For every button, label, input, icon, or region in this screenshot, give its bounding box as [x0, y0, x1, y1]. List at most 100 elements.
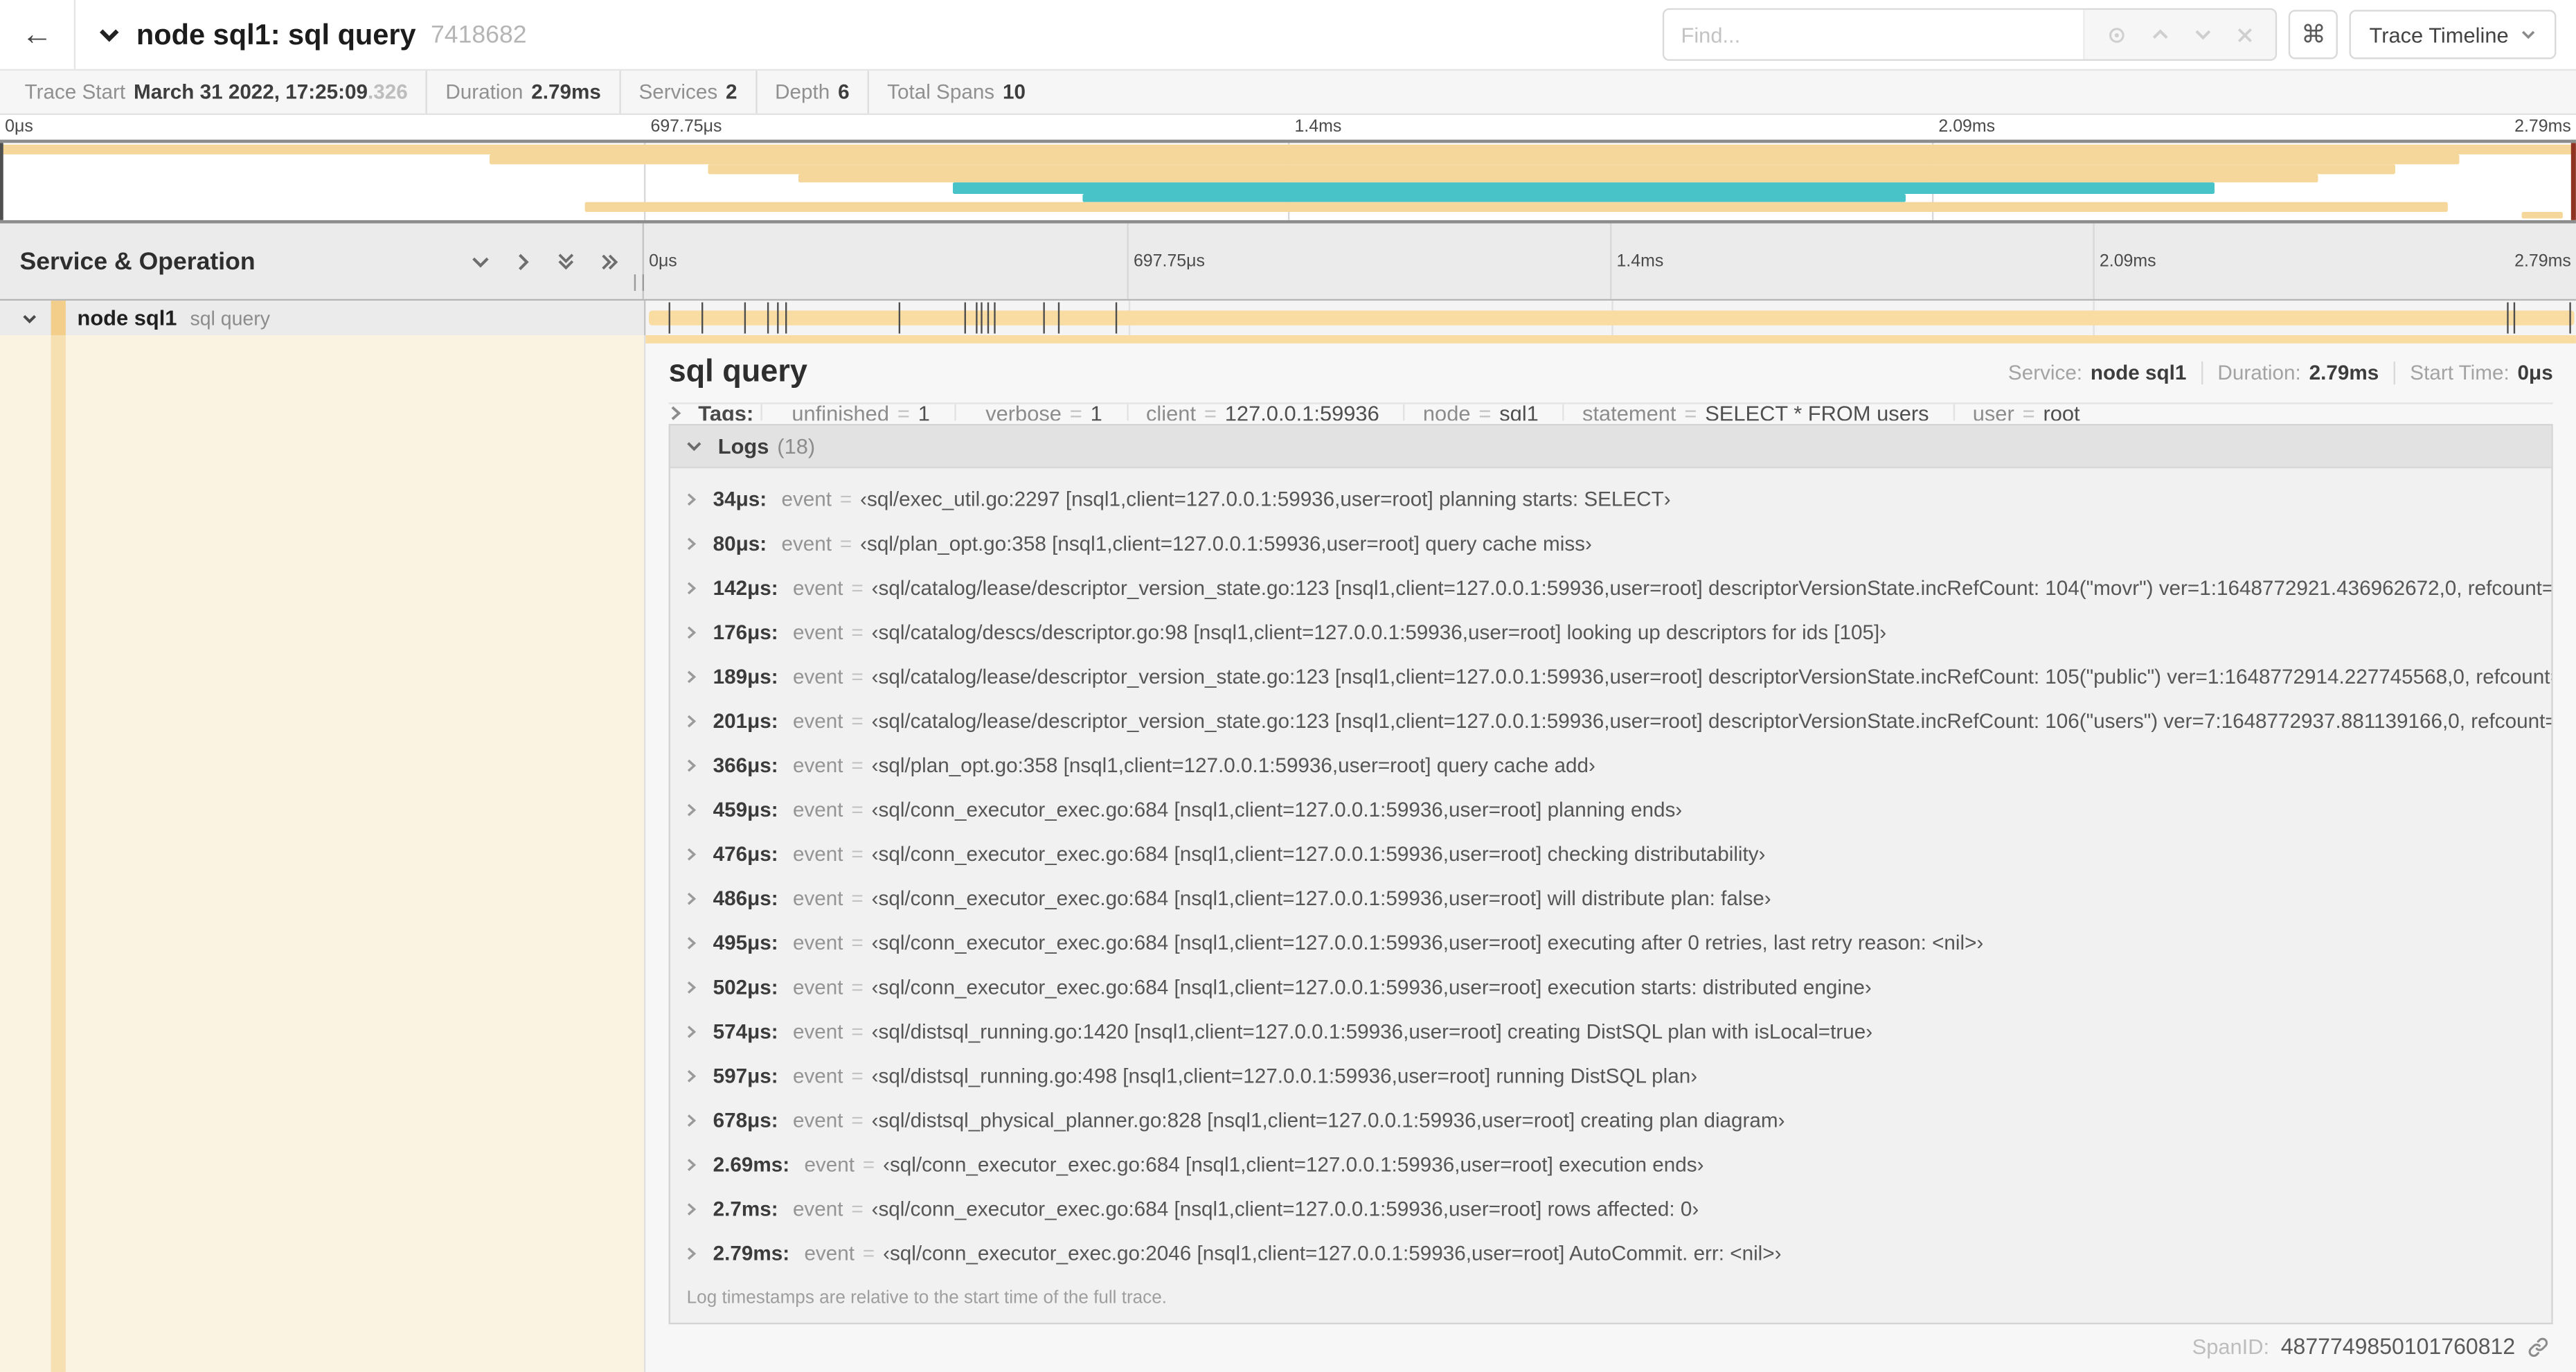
minimap-tick-label: 2.79ms	[2514, 116, 2571, 136]
expand-all-icon[interactable]	[598, 251, 621, 272]
chevron-down-icon	[2520, 26, 2537, 43]
log-entry[interactable]: 201μs: event = ‹sql/catalog/lease/descri…	[670, 698, 2551, 742]
log-entry[interactable]: 574μs: event = ‹sql/distsql_running.go:1…	[670, 1009, 2551, 1053]
log-entry[interactable]: 34μs: event = ‹sql/exec_util.go:2297 [ns…	[670, 476, 2551, 521]
summary-value: 6	[838, 80, 850, 104]
clear-search-icon[interactable]	[2236, 26, 2254, 44]
log-field-key: event	[792, 930, 843, 954]
tags-row[interactable]: Tags: _unfinished = 1 _verbose = 1 clien…	[669, 404, 2553, 421]
log-entry[interactable]: 2.7ms: event = ‹sql/conn_executor_exec.g…	[670, 1186, 2551, 1231]
expand-one-icon[interactable]	[512, 251, 534, 272]
log-entry[interactable]: 597μs: event = ‹sql/distsql_running.go:4…	[670, 1053, 2551, 1098]
detail-meta-value: node sql1	[2090, 361, 2187, 385]
log-entry[interactable]: 366μs: event = ‹sql/plan_opt.go:358 [nsq…	[670, 742, 2551, 787]
log-entry[interactable]: 2.69ms: event = ‹sql/conn_executor_exec.…	[670, 1142, 2551, 1186]
log-entry[interactable]: 678μs: event = ‹sql/distsql_physical_pla…	[670, 1098, 2551, 1142]
log-expand-chevron-icon[interactable]	[685, 801, 698, 818]
deep-link-icon[interactable]	[2527, 1335, 2550, 1358]
log-entry[interactable]: 2.79ms: event = ‹sql/conn_executor_exec.…	[670, 1231, 2551, 1275]
log-marker-tick	[785, 302, 787, 334]
log-entry[interactable]: 176μs: event = ‹sql/catalog/descs/descri…	[670, 609, 2551, 654]
log-expand-chevron-icon[interactable]	[685, 668, 698, 684]
log-timestamp: 2.7ms:	[713, 1197, 778, 1220]
log-field-value: ‹sql/conn_executor_exec.go:684 [nsql1,cl…	[883, 1152, 1704, 1176]
log-equals: =	[851, 1019, 864, 1043]
log-equals: =	[851, 620, 864, 643]
log-equals: =	[851, 975, 864, 999]
log-expand-chevron-icon[interactable]	[685, 1023, 698, 1040]
collapse-all-icon[interactable]	[555, 250, 577, 273]
minimap-canvas[interactable]	[0, 139, 2576, 224]
minimap-left-scrubber[interactable]	[0, 143, 3, 220]
splitter-grip-icon[interactable]	[634, 274, 644, 291]
log-field-key: event	[804, 1241, 855, 1265]
log-entry[interactable]: 189μs: event = ‹sql/catalog/lease/descri…	[670, 654, 2551, 698]
log-expand-chevron-icon[interactable]	[685, 490, 698, 507]
log-equals: =	[839, 487, 852, 510]
keyboard-shortcuts-button[interactable]: ⌘	[2289, 10, 2338, 60]
log-expand-chevron-icon[interactable]	[685, 756, 698, 773]
log-expand-chevron-icon[interactable]	[685, 1112, 698, 1128]
span-duration-bar[interactable]	[648, 310, 2575, 326]
log-expand-chevron-icon[interactable]	[685, 712, 698, 729]
logs-collapse-chevron-icon[interactable]	[685, 437, 703, 455]
span-row[interactable]: node sql1 sql query	[0, 301, 2576, 335]
span-color-swatch	[51, 301, 66, 335]
find-group	[1663, 8, 2278, 61]
prev-result-icon[interactable]	[2151, 25, 2170, 44]
service-operation-heading: Service & Operation	[19, 247, 256, 276]
log-expand-chevron-icon[interactable]	[685, 979, 698, 995]
span-id-footer: SpanID: 4877749850101760812	[669, 1324, 2553, 1365]
collapse-one-icon[interactable]	[470, 251, 492, 272]
log-expand-chevron-icon[interactable]	[685, 846, 698, 862]
log-entry[interactable]: 486μs: event = ‹sql/conn_executor_exec.g…	[670, 875, 2551, 920]
log-entry[interactable]: 459μs: event = ‹sql/conn_executor_exec.g…	[670, 787, 2551, 831]
log-equals: =	[862, 1152, 875, 1176]
log-expand-chevron-icon[interactable]	[685, 1156, 698, 1173]
log-field-key: event	[792, 709, 843, 732]
back-button[interactable]: ←	[0, 0, 76, 69]
span-row-name-cell[interactable]: node sql1 sql query	[0, 301, 644, 335]
tags-expand-chevron-icon[interactable]	[669, 404, 683, 421]
log-timestamp: 597μs:	[713, 1064, 778, 1087]
log-expand-chevron-icon[interactable]	[685, 1200, 698, 1217]
log-expand-chevron-icon[interactable]	[685, 1067, 698, 1084]
summary-item: Trace Start March 31 2022, 17:25:09 .326	[6, 71, 425, 114]
trace-view-selector[interactable]: Trace Timeline	[2350, 10, 2557, 60]
log-expand-chevron-icon[interactable]	[685, 623, 698, 640]
tag-equals: =	[2022, 404, 2035, 421]
find-input[interactable]	[1664, 10, 2084, 60]
log-equals: =	[851, 1064, 864, 1087]
log-entry[interactable]: 476μs: event = ‹sql/conn_executor_exec.g…	[670, 831, 2551, 875]
log-entry[interactable]: 502μs: event = ‹sql/conn_executor_exec.g…	[670, 965, 2551, 1009]
log-expand-chevron-icon[interactable]	[685, 934, 698, 951]
minimap-span-bar	[1082, 193, 1906, 202]
log-entry[interactable]: 495μs: event = ‹sql/conn_executor_exec.g…	[670, 920, 2551, 965]
log-field-value: ‹sql/conn_executor_exec.go:684 [nsql1,cl…	[871, 797, 1683, 821]
log-entry[interactable]: 80μs: event = ‹sql/plan_opt.go:358 [nsql…	[670, 521, 2551, 565]
tag-key: user	[1972, 404, 2014, 421]
log-expand-chevron-icon[interactable]	[685, 535, 698, 551]
detail-operation-title: sql query	[668, 355, 807, 390]
minimap-right-scrubber[interactable]	[2570, 143, 2576, 220]
detail-meta: Service: node sql1 Duration: 2.79ms Star…	[1994, 361, 2553, 385]
log-equals: =	[851, 797, 864, 821]
log-expand-chevron-icon[interactable]	[685, 890, 698, 907]
summary-item: Total Spans 10	[867, 71, 1044, 114]
next-result-icon[interactable]	[2194, 25, 2213, 44]
ruler-gridline	[1127, 223, 1129, 299]
tag-item: _verbose = 1	[954, 404, 1120, 421]
logs-header[interactable]: Logs (18)	[670, 425, 2552, 469]
collapse-trace-chevron-icon[interactable]	[98, 24, 120, 45]
column-splitter[interactable]	[634, 223, 644, 299]
span-row-bar-cell[interactable]	[643, 301, 2576, 335]
tag-key: client	[1146, 404, 1197, 421]
log-expand-chevron-icon[interactable]	[685, 579, 698, 596]
locate-icon[interactable]	[2107, 24, 2128, 45]
log-timestamp: 176μs:	[713, 620, 778, 643]
log-entry[interactable]: 142μs: event = ‹sql/catalog/lease/descri…	[670, 565, 2551, 609]
tag-value: sql1	[1499, 404, 1539, 421]
span-collapse-chevron-icon[interactable]	[21, 310, 38, 326]
log-field-key: event	[781, 531, 832, 555]
log-expand-chevron-icon[interactable]	[685, 1245, 698, 1261]
